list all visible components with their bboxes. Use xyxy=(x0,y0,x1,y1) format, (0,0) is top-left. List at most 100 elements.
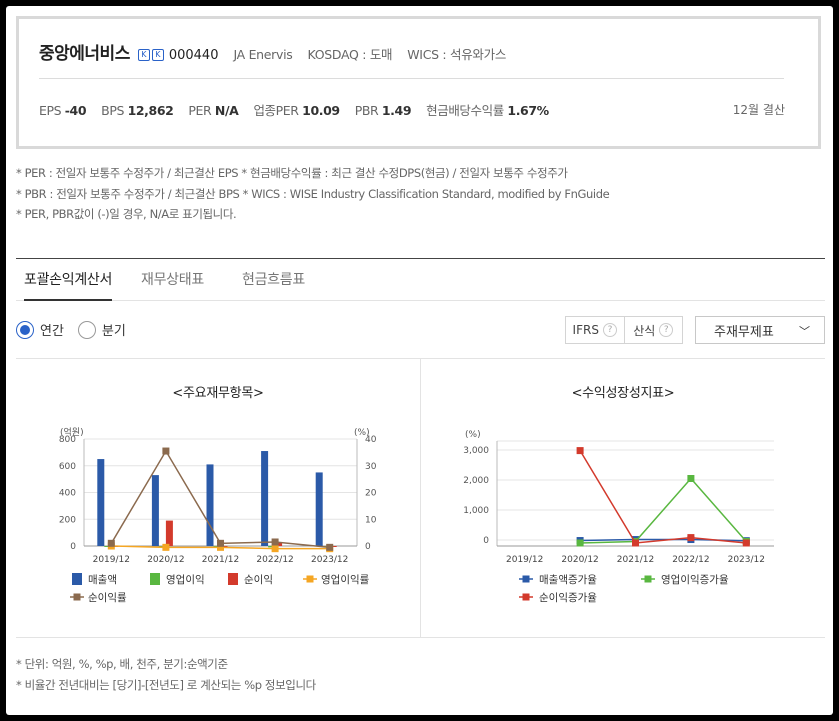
main-financials-chart: 8006004002000403020100(억원) (%)2019/12 2020… xyxy=(59,426,377,604)
legend-swatch xyxy=(522,593,530,601)
market-badges: K K xyxy=(137,49,164,61)
formula-option[interactable]: 산식 ? xyxy=(623,317,683,343)
y-tick-right: 20 xyxy=(365,489,377,499)
company-name: 중앙에너비스 xyxy=(39,44,130,64)
home-icon[interactable]: K xyxy=(151,49,164,61)
x-tick-label: 2020/12 xyxy=(147,555,184,565)
point-operating-income-growth xyxy=(576,539,584,547)
y-tick: 1,000 xyxy=(463,506,489,516)
legend-label: 영업이익 xyxy=(166,573,205,586)
tab-balance-sheet[interactable]: 재무상태표 xyxy=(141,259,204,301)
point-operating-margin xyxy=(162,543,170,551)
stat-per: PER N/A xyxy=(188,103,239,118)
statement-tabs: 포괄손익계산서 재무상태표 현금흐름표 xyxy=(16,259,825,301)
y-tick-left: 200 xyxy=(59,515,76,525)
y-unit: (%) xyxy=(465,430,481,440)
note-line: * PER, PBR값이 (-)일 경우, N/A로 표기됩니다. xyxy=(16,207,237,221)
bar-revenue xyxy=(97,459,105,546)
help-icon[interactable]: ? xyxy=(659,323,674,337)
help-icon[interactable]: ? xyxy=(602,323,617,337)
bar-net-income xyxy=(165,520,173,546)
point-operating-margin xyxy=(271,545,279,553)
market-info: KOSDAQ : 도매 xyxy=(307,47,393,62)
point-operating-income-growth xyxy=(687,475,695,482)
fiscal-month: 12월 결산 xyxy=(732,103,785,117)
point-net-margin xyxy=(271,538,279,546)
legend-label: 매출액 xyxy=(88,574,117,586)
stat-industry-per: 업종PER 10.09 xyxy=(253,103,340,118)
x-tick-label: 2021/12 xyxy=(617,555,654,565)
x-tick-label: 2021/12 xyxy=(202,555,239,565)
line-net-income-growth xyxy=(579,450,747,544)
legend-label: 순이익률 xyxy=(88,592,127,604)
point-net-income-growth xyxy=(632,539,639,547)
radio-quarterly-label[interactable]: 분기 xyxy=(102,320,126,339)
chevron-down-icon: ﹀ xyxy=(799,325,810,338)
point-net-income-growth xyxy=(742,539,750,547)
period-radio-group: 연간 분기 xyxy=(16,320,134,339)
legend-label: 영업이익률 xyxy=(321,573,370,586)
stat-dividend-yield: 현금배당수익률 1.67% xyxy=(426,103,549,118)
y-tick: 0 xyxy=(483,536,489,546)
stat-eps: EPS -40 xyxy=(39,103,87,118)
x-tick-label: 2019/12 xyxy=(93,555,130,565)
y-tick-left: 0 xyxy=(70,542,76,552)
note-line: * PBR : 전일자 보통주 수정주가 / 최근결산 BPS * WICS :… xyxy=(16,186,610,201)
stat-bps: BPS 12,862 xyxy=(101,103,174,118)
home-icon[interactable]: K xyxy=(137,49,150,61)
radio-quarterly[interactable] xyxy=(77,320,96,339)
unit-footnotes: * 단위: 억원, %, %p, 배, 천주, 분기:순액기준 * 비율간 전년… xyxy=(16,654,316,695)
bar-revenue xyxy=(206,464,214,546)
footnote-line: * 단위: 억원, %, %p, 배, 천주, 분기:순액기준 xyxy=(16,657,228,671)
info-options: IFRS ? 산식 ? xyxy=(565,316,683,344)
y-tick-left: 600 xyxy=(59,462,76,472)
ifrs-option[interactable]: IFRS ? xyxy=(566,317,624,343)
page: 중앙에너비스 K K 000440 JA Enervis KOSDAQ : 도매… xyxy=(6,6,833,715)
stock-code: 000440 xyxy=(168,48,219,63)
legend-swatch xyxy=(644,575,652,583)
y-tick-right: 30 xyxy=(365,462,377,472)
legend-swatch xyxy=(228,573,238,585)
y-tick: 3,000 xyxy=(463,446,489,456)
legend-swatch xyxy=(522,575,530,583)
charts-area: <주요재무항목> <수익성장성지표> 800 600 400 200 0 40 30 20 10… xyxy=(16,358,825,638)
bar-revenue xyxy=(151,475,159,546)
footnote-line: * 비율간 전년대비는 [당기]-[전년도] 로 계산되는 %p 정보입니다 xyxy=(16,677,316,692)
statement-type-select[interactable]: 주재무제표 ﹀ xyxy=(695,316,825,344)
valuation-stats: EPS -40 BPS 12,862 PER N/A 업종PER 10.09 P… xyxy=(39,100,564,119)
y-tick: 2,000 xyxy=(463,476,489,486)
note-line: * PER : 전일자 보통주 수정주가 / 최근결산 EPS * 현금배당수익… xyxy=(16,166,568,180)
x-tick-label: 2019/12 xyxy=(506,555,543,565)
company-title-row: 중앙에너비스 K K 000440 JA Enervis KOSDAQ : 도매… xyxy=(39,39,521,64)
point-net-margin xyxy=(217,539,224,547)
point-net-margin xyxy=(162,447,170,455)
english-name: JA Enervis xyxy=(233,47,293,62)
point-net-margin xyxy=(326,543,334,551)
y-tick-left: 400 xyxy=(59,489,76,499)
growth-chart: 3,000 2,000 1,000 0 (%) 2019/12 2020/12 2021/12… xyxy=(463,430,774,604)
y-tick-right: 0 xyxy=(365,542,371,552)
radio-annual[interactable] xyxy=(16,320,34,339)
legend-swatch xyxy=(306,575,314,583)
line-operating-income-growth xyxy=(580,477,747,544)
legend-label: 순이익증가율 xyxy=(539,592,597,604)
radio-annual-label[interactable]: 연간 xyxy=(40,320,64,339)
y-unit-right: (%) xyxy=(354,428,370,438)
definition-notes: * PER : 전일자 보통주 수정주가 / 최근결산 EPS * 현금배당수익… xyxy=(16,163,610,225)
point-net-income-growth xyxy=(576,447,584,455)
bar-revenue xyxy=(315,472,323,546)
tab-income-statement[interactable]: 포괄손익계산서 xyxy=(24,259,112,301)
legend-label: 매출액증가율 xyxy=(539,574,597,586)
legend-swatch xyxy=(72,573,82,585)
x-tick-label: 2023/12 xyxy=(311,555,348,565)
legend-label: 영업이익증가율 xyxy=(661,573,729,586)
x-tick-label: 2023/12 xyxy=(728,555,765,565)
tab-cash-flow[interactable]: 현금흐름표 xyxy=(242,259,305,301)
header-divider xyxy=(39,78,784,79)
x-tick-label: 2022/12 xyxy=(256,555,293,565)
legend-label: 순이익 xyxy=(244,574,273,586)
legend-swatch xyxy=(73,593,81,601)
company-summary-box xyxy=(16,16,821,149)
bar-revenue xyxy=(261,451,269,546)
wics-info: WICS : 석유와가스 xyxy=(407,47,507,62)
